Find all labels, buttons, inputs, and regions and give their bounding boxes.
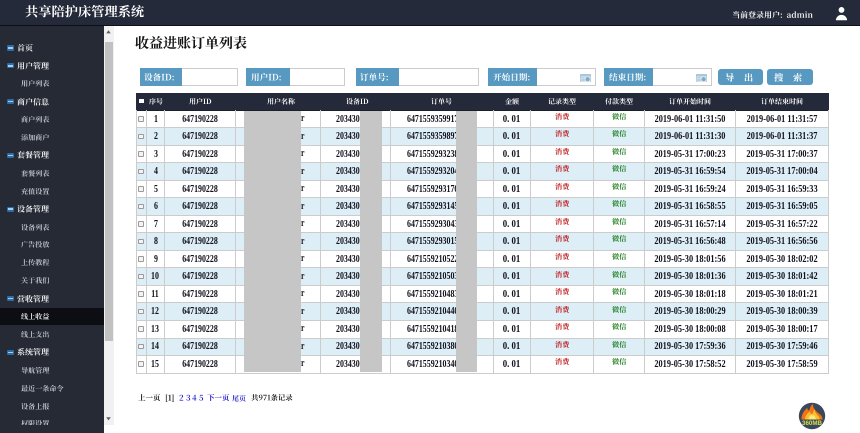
svg-text:360MB: 360MB [802, 420, 822, 427]
